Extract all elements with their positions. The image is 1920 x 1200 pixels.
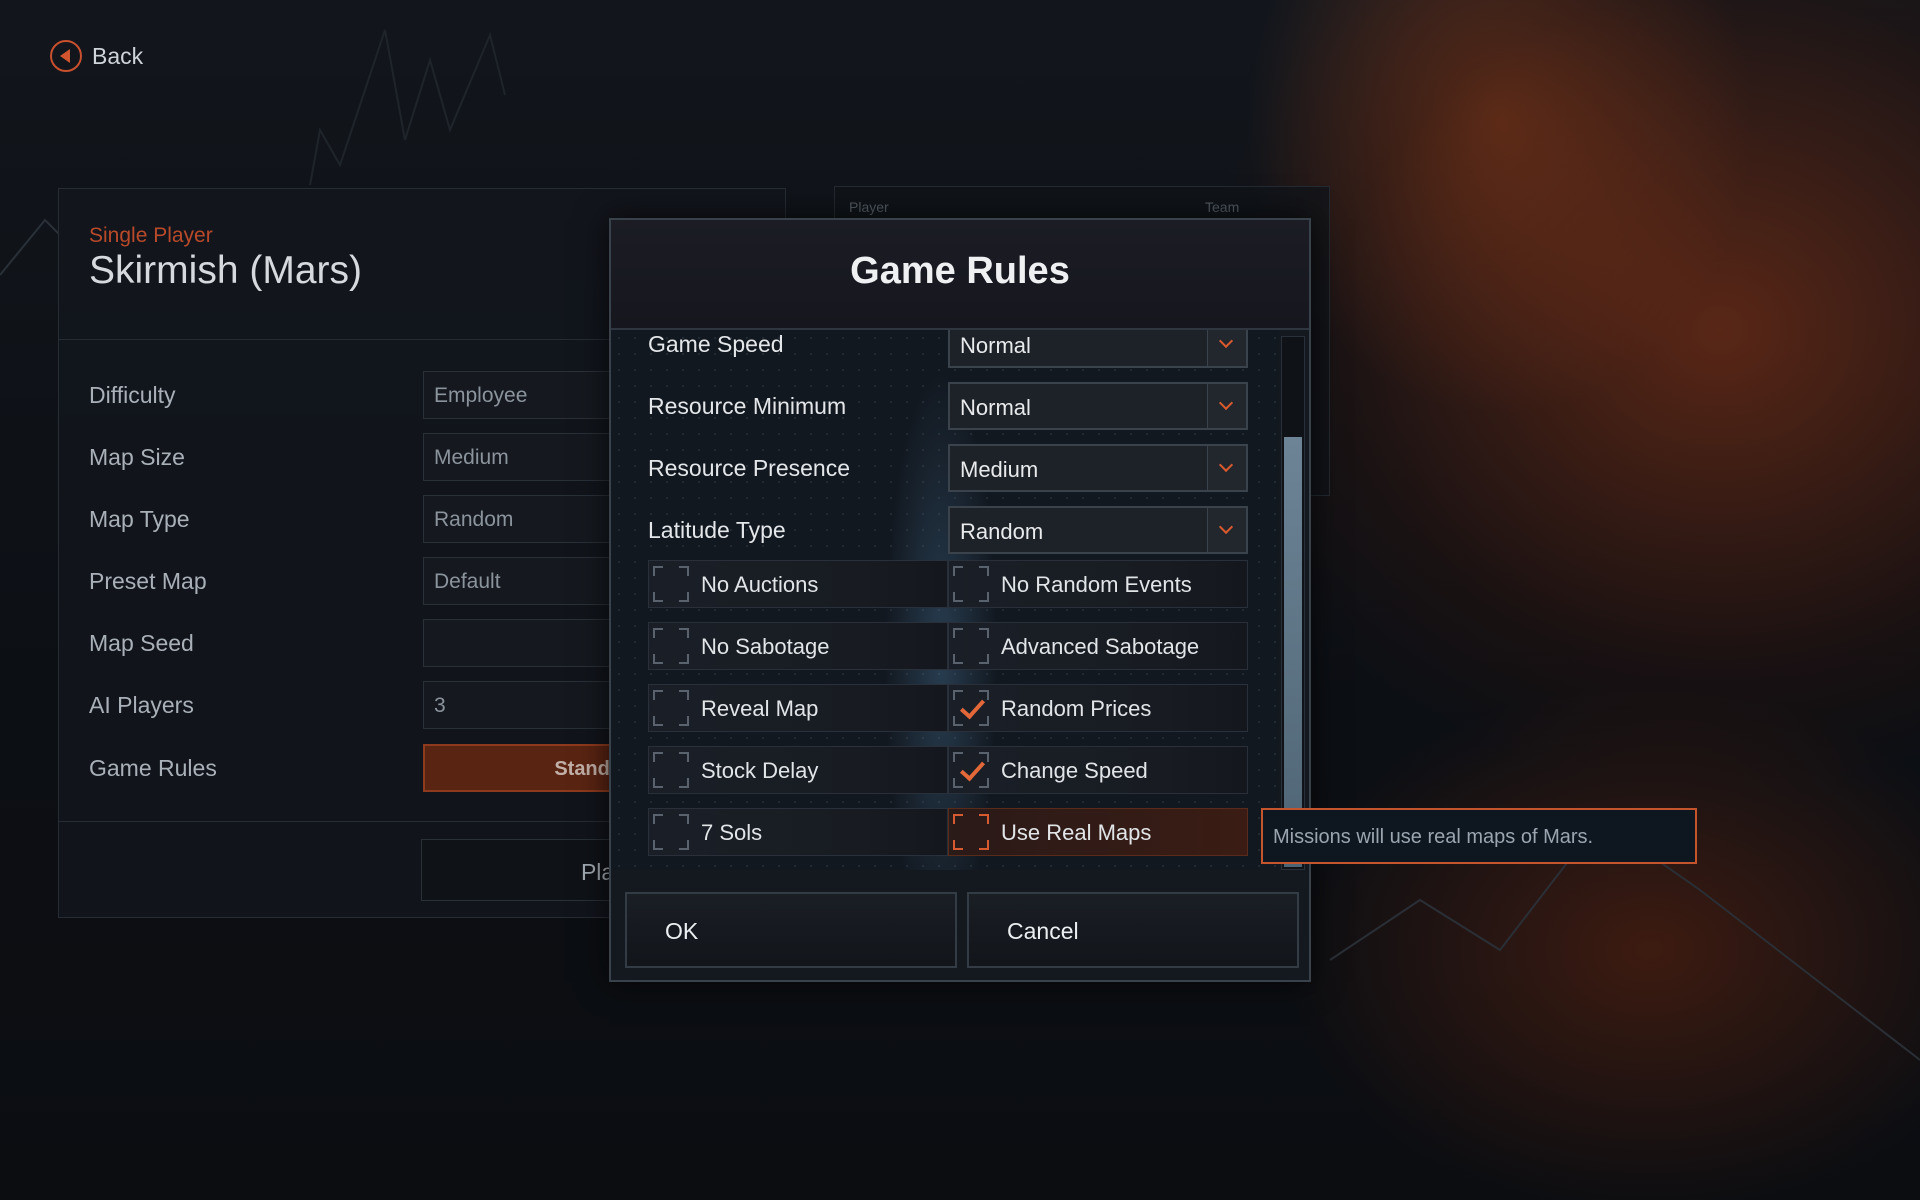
back-label: Back [92,42,144,69]
no-sabotage-label: No Sabotage [701,634,830,659]
map-size-select[interactable]: Medium [423,433,623,481]
resource-minimum-row: Resource Minimum Normal [648,382,1248,430]
game-rules-button[interactable]: Standa [423,744,623,792]
chevron-down-icon [1218,333,1234,349]
use-real-maps-label: Use Real Maps [1001,820,1152,845]
seven-sols-label: 7 Sols [701,820,763,845]
ok-button[interactable]: OK [625,892,957,968]
map-size-label: Map Size [89,444,185,470]
map-type-select[interactable]: Random [423,495,623,543]
checkbox-frame-icon [653,814,689,850]
latitude-type-row: Latitude Type Random [648,506,1248,554]
advanced-sabotage-checkbox[interactable]: Advanced Sabotage [948,622,1248,670]
chevron-down-icon [1218,457,1234,473]
game-speed-row: Game Speed Normal [648,330,1248,368]
random-prices-checkbox[interactable]: Random Prices [948,684,1248,732]
game-rules-dialog: Game Rules Game Speed Normal Resource Mi… [609,218,1311,982]
ai-players-input[interactable]: 3 [423,681,623,729]
latitude-type-dropdown[interactable]: Random [948,506,1248,554]
resource-presence-dropdown[interactable]: Medium [948,444,1248,492]
difficulty-label: Difficulty [89,382,176,408]
map-type-label: Map Type [89,506,190,532]
dialog-title: Game Rules [850,250,1070,292]
no-random-events-label: No Random Events [1001,572,1192,597]
team-column-header: Team [1205,199,1240,215]
no-sabotage-checkbox[interactable]: No Sabotage [648,622,948,670]
latitude-type-label: Latitude Type [648,517,786,543]
change-speed-checkbox[interactable]: Change Speed [948,746,1248,794]
no-random-events-checkbox[interactable]: No Random Events [948,560,1248,608]
difficulty-select[interactable]: Employee [423,371,623,419]
cancel-button[interactable]: Cancel [967,892,1299,968]
checkbox-frame-icon [953,752,989,788]
no-auctions-checkbox[interactable]: No Auctions [648,560,948,608]
mode-subtitle: Single Player [89,224,213,247]
back-button[interactable]: Back [50,40,143,72]
dialog-header: Game Rules [611,220,1309,330]
change-speed-label: Change Speed [1001,758,1148,783]
stock-delay-label: Stock Delay [701,758,819,783]
random-prices-label: Random Prices [1001,696,1152,721]
latitude-type-value: Random [960,519,1044,544]
checkbox-frame-icon [653,628,689,664]
game-rules-label: Game Rules [89,755,217,781]
chevron-down-icon [1218,395,1234,411]
game-speed-label: Game Speed [648,331,784,357]
scrollbar-thumb[interactable] [1284,437,1302,867]
checkbox-frame-icon [653,690,689,726]
chevron-down-icon [1218,519,1234,535]
ai-players-label: AI Players [89,692,194,718]
checkbox-frame-icon [653,752,689,788]
stock-delay-checkbox[interactable]: Stock Delay [648,746,948,794]
map-seed-label: Map Seed [89,630,194,656]
use-real-maps-checkbox[interactable]: Use Real Maps [948,808,1248,856]
preset-map-select[interactable]: Default [423,557,623,605]
resource-minimum-label: Resource Minimum [648,393,847,419]
back-arrow-icon [50,40,82,72]
checkbox-frame-icon [953,690,989,726]
option-tooltip: Missions will use real maps of Mars. [1261,808,1697,864]
checkbox-frame-icon [953,566,989,602]
resource-presence-row: Resource Presence Medium [648,444,1248,492]
resource-presence-value: Medium [960,457,1039,482]
reveal-map-checkbox[interactable]: Reveal Map [648,684,948,732]
resource-minimum-dropdown[interactable]: Normal [948,382,1248,430]
advanced-sabotage-label: Advanced Sabotage [1001,634,1200,659]
resource-minimum-value: Normal [960,395,1031,420]
game-speed-dropdown[interactable]: Normal [948,330,1248,368]
seven-sols-checkbox[interactable]: 7 Sols [648,808,948,856]
reveal-map-label: Reveal Map [701,696,819,721]
mode-title: Skirmish (Mars) [89,249,362,292]
map-seed-input[interactable] [423,619,623,667]
dropdown-arrow-button[interactable] [1207,508,1246,552]
cancel-label: Cancel [1007,918,1079,944]
dropdown-arrow-button[interactable] [1207,330,1246,366]
checkbox-frame-icon [953,628,989,664]
dropdown-arrow-button[interactable] [1207,384,1246,428]
ok-label: OK [665,918,699,944]
resource-presence-label: Resource Presence [648,455,850,481]
rules-scrollbar[interactable] [1281,336,1305,870]
player-column-header: Player [849,199,889,215]
game-speed-value: Normal [960,333,1031,358]
rules-list: Game Speed Normal Resource Minimum Norma… [611,330,1279,870]
checkbox-frame-icon [653,566,689,602]
checkbox-frame-icon [953,814,989,850]
dropdown-arrow-button[interactable] [1207,446,1246,490]
preset-map-label: Preset Map [89,568,207,594]
no-auctions-label: No Auctions [701,572,819,597]
